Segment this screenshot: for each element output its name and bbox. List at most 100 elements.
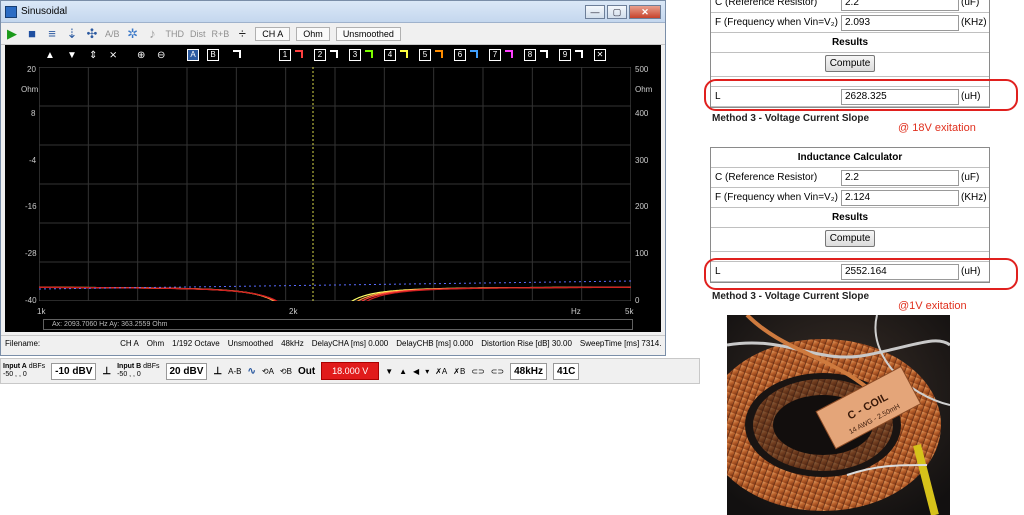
input-b-wave-icon[interactable]: ⊥ — [213, 366, 222, 377]
results-heading: Results — [711, 208, 989, 228]
c-label: C (Reference Resistor) — [715, 172, 818, 183]
main-toolbar: ▶ ■ ≡ ⇣ ✣ A/B ✲ ♪ THD Dist R+B ÷ CH A Oh… — [1, 23, 665, 45]
c-input[interactable]: 2.2 — [841, 170, 959, 186]
channel-a-toggle[interactable]: A — [187, 49, 199, 61]
output-voltage[interactable]: 18.000 V — [321, 362, 380, 380]
gear-icon[interactable]: ✲ — [126, 26, 140, 42]
speaker-icon[interactable]: ◀ — [413, 367, 419, 376]
status-channel: CH A — [120, 339, 139, 348]
ab-button[interactable]: A/B — [105, 29, 120, 39]
y2-tick: 0 — [635, 296, 640, 305]
a-minus-b-button[interactable]: A-B — [228, 367, 241, 376]
minimize-button[interactable]: — — [585, 4, 605, 19]
channel-slot-5[interactable]: 5 — [419, 49, 431, 61]
status-rate: 48kHz — [281, 339, 304, 348]
save-icon[interactable]: ■ — [25, 26, 39, 42]
input-a-dbfs: dBFs — [28, 363, 46, 370]
f-row: F (Frequency when Vin=V₂) 2.093 (KHz) — [711, 13, 989, 33]
f-label: F (Frequency when Vin=V₂) — [715, 17, 838, 28]
compute-button[interactable]: Compute — [824, 230, 876, 247]
mute-a-icon[interactable]: ✗A — [435, 367, 447, 376]
input-b-level[interactable]: 20 dBV — [165, 362, 208, 380]
input-b-group: Input B dBFs -50 , , 0 — [117, 363, 159, 379]
smoothing-select[interactable]: Unsmoothed — [335, 26, 401, 41]
cursor-reset-icon[interactable]: ⨯ — [109, 49, 117, 63]
excitation-note: @1V exitation — [898, 300, 967, 312]
x-tick: 5k — [625, 307, 634, 316]
f-input[interactable]: 2.124 — [841, 190, 959, 206]
coil-photo-drawing: C - COIL 14 AWG - 2.50mH — [727, 315, 950, 515]
y-tick: -4 — [29, 156, 37, 165]
cursor-down-icon[interactable]: ▼ — [67, 49, 77, 63]
filename-label: Filename: — [5, 339, 41, 348]
c-input[interactable]: 2.2 — [841, 0, 959, 11]
method-label: Method 3 - Voltage Current Slope — [712, 113, 870, 124]
link-icon[interactable]: ⊂⊃ — [471, 367, 484, 376]
dropdown-icon[interactable]: ▼ — [385, 367, 393, 376]
link2-icon[interactable]: ⊂⊃ — [491, 367, 504, 376]
thd-button[interactable]: THD — [166, 29, 185, 39]
cursor-updown-icon[interactable]: ⇕ — [89, 49, 97, 63]
speaker-dropdown-icon[interactable]: ▾ — [425, 367, 429, 376]
f-input[interactable]: 2.093 — [841, 15, 959, 31]
mic-icon[interactable]: ♪ — [146, 26, 160, 42]
input-a-level[interactable]: -10 dBV — [51, 362, 97, 380]
channel-slot-3[interactable]: 3 — [349, 49, 361, 61]
compute-row: Compute — [711, 53, 989, 77]
control-bar: Input A dBFs -50 , , 0 -10 dBV ⊥ Input B… — [0, 358, 700, 384]
play-icon[interactable]: ▶ — [5, 26, 19, 42]
sample-rate[interactable]: 48kHz — [510, 362, 548, 380]
impedance-graph[interactable]: ▲ ▼ ⇕ ⨯ ⊕ ⊖ A B 1 2 3 4 5 6 7 8 9 ✕ 20 Ohm 8 -4 -… — [5, 45, 661, 332]
y-tick: 8 — [31, 109, 36, 118]
channel-slot-4[interactable]: 4 — [384, 49, 396, 61]
equalizer-icon[interactable]: ≡ — [45, 26, 59, 42]
up-icon[interactable]: ▲ — [399, 367, 407, 376]
compute-button[interactable]: Compute — [824, 55, 876, 72]
f-unit: (KHz) — [961, 192, 987, 203]
channel-slot-2[interactable]: 2 — [314, 49, 326, 61]
cursor-up-icon[interactable]: ▲ — [45, 49, 55, 63]
calculator-title: Inductance Calculator — [711, 148, 989, 168]
input-b-dbfs: dBFs — [143, 363, 160, 370]
swap-b-icon[interactable]: ⟲B — [280, 367, 292, 376]
channel-slot-7[interactable]: 7 — [489, 49, 501, 61]
channel-slot-8[interactable]: 8 — [524, 49, 536, 61]
x-tick: 2k — [289, 307, 298, 316]
zoom-in-icon[interactable]: ⊕ — [137, 49, 145, 63]
pin-icon[interactable]: ✣ — [85, 26, 99, 42]
rplusb-button[interactable]: R+B — [212, 29, 230, 39]
window-titlebar[interactable]: Sinusoidal — ▢ ✕ — [1, 1, 665, 23]
divider-icon[interactable]: ÷ — [235, 26, 249, 42]
y-unit: Ohm — [21, 85, 39, 94]
status-bar: Filename: CH A Ohm 1/192 Octave Unsmooth… — [1, 335, 665, 351]
swap-a-icon[interactable]: ⟲A — [262, 367, 274, 376]
probe-icon[interactable]: ⇣ — [65, 26, 79, 42]
y-tick: -40 — [25, 296, 37, 305]
f-row: F (Frequency when Vin=V₂) 2.124 (KHz) — [711, 188, 989, 208]
signal-icon[interactable]: ∿ — [247, 366, 255, 377]
channel-slot-1[interactable]: 1 — [279, 49, 291, 61]
method-label: Method 3 - Voltage Current Slope — [712, 291, 870, 302]
mute-b-icon[interactable]: ✗B — [453, 367, 465, 376]
screenshot-root: Sinusoidal — ▢ ✕ ▶ ■ ≡ ⇣ ✣ A/B ✲ ♪ THD D… — [0, 0, 1024, 515]
channel-select[interactable]: CH A — [255, 26, 291, 41]
maximize-button[interactable]: ▢ — [607, 4, 627, 19]
input-a-wave-icon[interactable]: ⊥ — [102, 366, 111, 377]
temperature: 41C — [553, 362, 580, 380]
channel-slot-9[interactable]: 9 — [559, 49, 571, 61]
channel-slot-6[interactable]: 6 — [454, 49, 466, 61]
channel-b-toggle[interactable]: B — [207, 49, 219, 61]
status-distortion: Distortion Rise [dB] 30.00 — [481, 339, 572, 348]
close-button[interactable]: ✕ — [629, 4, 661, 19]
unit-select[interactable]: Ohm — [296, 26, 330, 41]
results-heading: Results — [711, 33, 989, 53]
zoom-out-icon[interactable]: ⊖ — [157, 49, 165, 63]
x-unit: Hz — [571, 307, 581, 316]
clear-slots-button[interactable]: ✕ — [594, 49, 606, 61]
cursor-readout: Ax: 2093.7060 Hz Ay: 363.2559 Ohm — [43, 319, 633, 330]
bracket-icon — [233, 50, 241, 58]
dist-button[interactable]: Dist — [190, 29, 206, 39]
plot-area[interactable] — [39, 67, 631, 301]
channel-color-marker — [400, 50, 408, 58]
c-unit: (uF) — [961, 0, 980, 8]
